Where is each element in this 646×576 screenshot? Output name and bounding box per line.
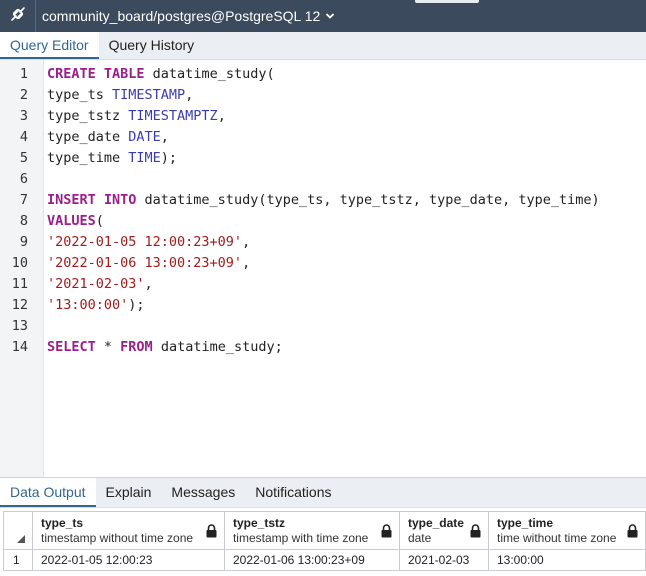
code-line[interactable]: SELECT * FROM datatime_study; xyxy=(47,337,283,358)
line-number: 2 xyxy=(19,87,28,103)
sql-text: ); xyxy=(128,297,145,313)
tab-explain[interactable]: Explain xyxy=(96,478,162,507)
code-line[interactable]: INSERT INTO datatime_study(type_ts, type… xyxy=(47,190,600,211)
plug-icon xyxy=(9,5,27,28)
sql-keyword: INSERT INTO xyxy=(47,192,137,208)
line-number: 9 xyxy=(19,234,28,250)
code-line[interactable]: '13:00:00'); xyxy=(47,295,145,316)
column-name: type_ts xyxy=(40,515,84,530)
sql-keyword: VALUES xyxy=(47,213,96,229)
line-number: 8 xyxy=(19,213,28,229)
lock-icon xyxy=(470,523,481,541)
sql-text: * xyxy=(95,339,121,355)
column-header-type-tstz[interactable]: type_tstz timestamp with time zone xyxy=(223,511,400,550)
result-grid: type_ts timestamp without time zone type… xyxy=(0,508,646,576)
cell-type-tstz[interactable]: 2022-01-06 13:00:23+09 xyxy=(223,549,400,571)
sql-string: '13:00:00' xyxy=(47,297,129,313)
code-line[interactable]: type_time TIME); xyxy=(47,148,177,169)
column-name: type_date xyxy=(407,515,464,530)
result-table: type_ts timestamp without time zone type… xyxy=(3,511,646,571)
select-all-corner[interactable] xyxy=(3,511,33,550)
table-row[interactable]: 1 2022-01-05 12:00:23 2022-01-06 13:00:2… xyxy=(3,549,646,571)
sql-text: , xyxy=(217,108,226,124)
code-line[interactable]: type_ts TIMESTAMP, xyxy=(47,85,193,106)
column-header-type-ts[interactable]: type_ts timestamp without time zone xyxy=(31,511,225,550)
tab-messages[interactable]: Messages xyxy=(161,478,245,507)
cell-type-date[interactable]: 2021-02-03 xyxy=(398,549,489,571)
line-number: 5 xyxy=(19,150,28,166)
code-line[interactable]: CREATE TABLE datatime_study( xyxy=(47,64,275,85)
output-tabs: Data Output Explain Messages Notificatio… xyxy=(0,478,646,508)
line-number: 11 xyxy=(11,276,28,292)
column-header-type-time[interactable]: type_time time without time zone xyxy=(487,511,646,550)
sql-text: type_ts xyxy=(47,87,113,103)
sql-keyword: SELECT xyxy=(47,339,96,355)
line-number: 12 xyxy=(11,297,28,313)
connection-status-button[interactable] xyxy=(0,0,36,32)
sql-text: datatime_study; xyxy=(152,339,283,355)
column-name: type_time xyxy=(496,515,554,530)
code-line[interactable]: '2022-01-05 12:00:23+09', xyxy=(47,232,250,253)
sql-type: TIMESTAMPTZ xyxy=(128,108,218,124)
tab-notifications[interactable]: Notifications xyxy=(245,478,341,507)
sql-type: TIMESTAMP xyxy=(112,87,186,103)
sql-text: type_time xyxy=(47,150,129,166)
chevron-down-icon[interactable] xyxy=(325,11,335,21)
cell-type-ts[interactable]: 2022-01-05 12:00:23 xyxy=(31,549,225,571)
header-row: type_ts timestamp without time zone type… xyxy=(3,511,646,550)
code-line[interactable]: '2021-02-03', xyxy=(47,274,153,295)
line-number: 3 xyxy=(19,108,28,124)
sql-text: ( xyxy=(95,213,104,229)
line-number: 13 xyxy=(11,318,28,334)
lock-icon xyxy=(381,523,392,541)
sql-text: , xyxy=(242,255,251,271)
window-tab-stub xyxy=(415,0,479,3)
connection-bar: community_board/postgres@PostgreSQL 12 xyxy=(0,0,646,32)
line-number: 14 xyxy=(11,339,28,355)
line-number-gutter: 1 2 3 4 5 6 7 8 9 10 11 12 13 14 xyxy=(0,60,44,477)
sql-text: , xyxy=(160,129,169,145)
line-number: 4 xyxy=(19,129,28,145)
column-type: date xyxy=(407,530,432,545)
column-name: type_tstz xyxy=(232,515,285,530)
code-line[interactable]: type_date DATE, xyxy=(47,127,169,148)
sql-type: DATE xyxy=(128,129,161,145)
column-type: timestamp with time zone xyxy=(232,530,369,545)
code-line[interactable]: type_tstz TIMESTAMPTZ, xyxy=(47,106,226,127)
line-number: 1 xyxy=(19,66,28,82)
line-number: 6 xyxy=(19,171,28,187)
row-number[interactable]: 1 xyxy=(3,549,33,571)
column-type: time without time zone xyxy=(496,530,617,545)
line-number: 10 xyxy=(11,255,28,271)
sql-text: , xyxy=(185,87,194,103)
sql-text: type_tstz xyxy=(47,108,129,124)
sql-text: type_date xyxy=(47,129,129,145)
corner-triangle-icon xyxy=(17,535,25,543)
sql-type: TIME xyxy=(128,150,161,166)
line-number: 7 xyxy=(19,192,28,208)
sql-string: '2021-02-03' xyxy=(47,276,145,292)
lock-icon xyxy=(627,523,638,541)
tab-query-editor[interactable]: Query Editor xyxy=(0,32,99,59)
lock-icon xyxy=(206,523,217,541)
cell-type-time[interactable]: 13:00:00 xyxy=(487,549,646,571)
column-header-type-date[interactable]: type_date date xyxy=(398,511,489,550)
sql-keyword: CREATE TABLE xyxy=(47,66,145,82)
sql-editor[interactable]: 1 2 3 4 5 6 7 8 9 10 11 12 13 14 CREATE TABLE datatim… xyxy=(0,60,646,478)
column-type: timestamp without time zone xyxy=(40,530,194,545)
sql-text: ); xyxy=(160,150,178,166)
tab-data-output[interactable]: Data Output xyxy=(0,478,96,507)
code-line[interactable]: VALUES( xyxy=(47,211,104,232)
sql-text: datatime_study(type_ts, type_tstz, type_… xyxy=(136,192,600,208)
code-line[interactable]: '2022-01-06 13:00:23+09', xyxy=(47,253,250,274)
sql-text: , xyxy=(144,276,153,292)
connection-title[interactable]: community_board/postgres@PostgreSQL 12 xyxy=(42,8,320,24)
editor-tabs: Query Editor Query History xyxy=(0,32,646,60)
sql-text: datatime_study( xyxy=(144,66,275,82)
tab-query-history[interactable]: Query History xyxy=(99,32,205,59)
sql-string: '2022-01-06 13:00:23+09' xyxy=(47,255,243,271)
sql-string: '2022-01-05 12:00:23+09' xyxy=(47,234,243,250)
sql-text: , xyxy=(242,234,251,250)
sql-keyword: FROM xyxy=(120,339,153,355)
